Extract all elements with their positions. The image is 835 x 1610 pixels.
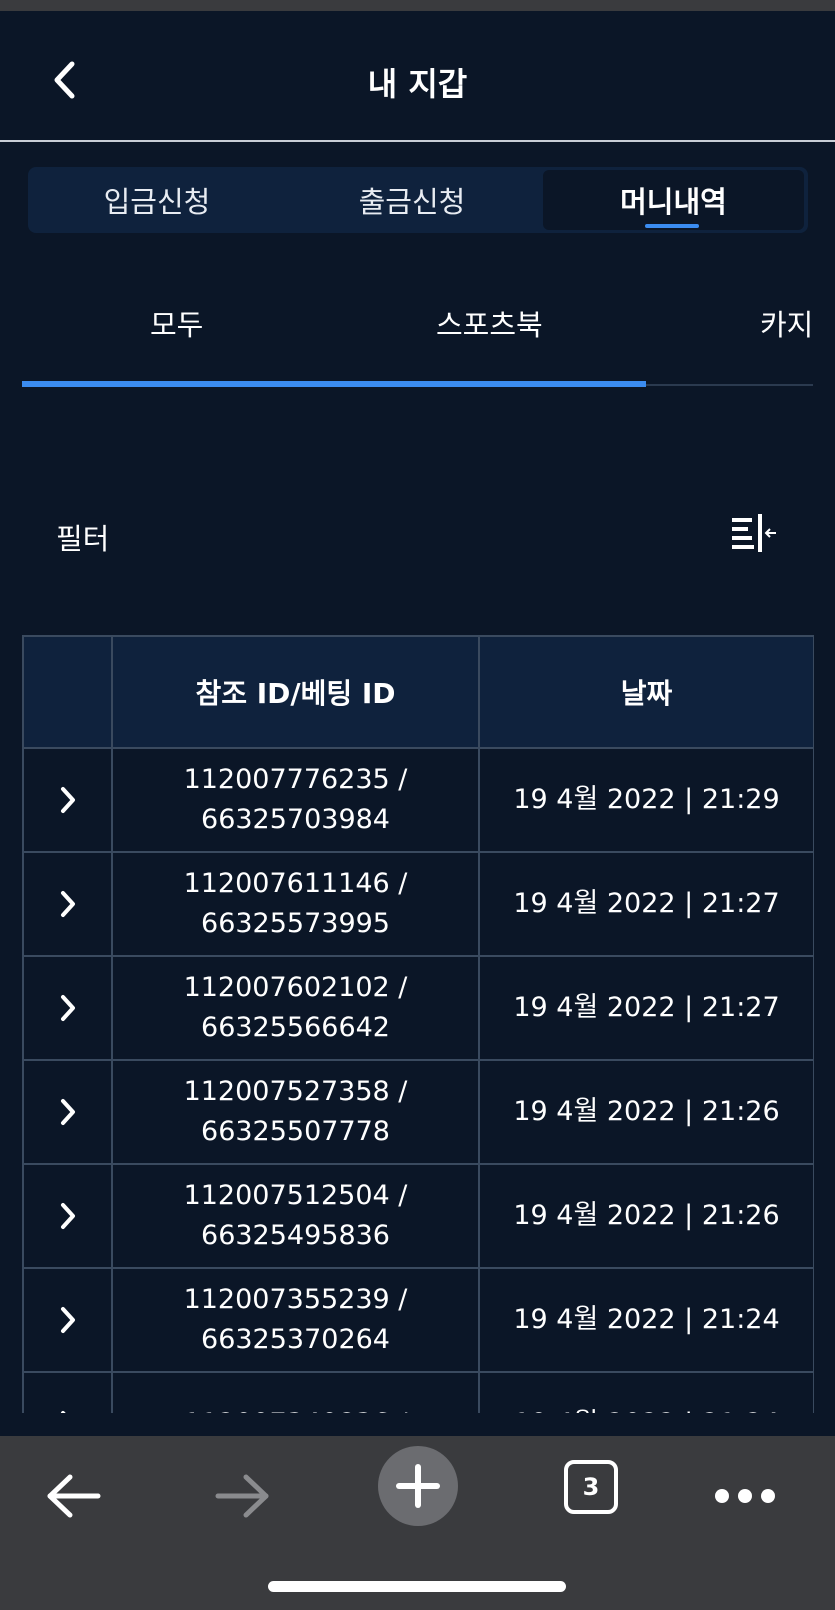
chevron-right-icon xyxy=(60,891,75,917)
reference-cell: 112007611146 / 66325573995 xyxy=(111,851,480,957)
chevron-right-icon xyxy=(60,995,75,1021)
expand-row-button[interactable] xyxy=(22,1267,113,1373)
reference-cell: 112007355239 / 66325370264 xyxy=(111,1267,480,1373)
chevron-right-icon xyxy=(60,1411,66,1413)
table-row[interactable]: 112007355239 / 66325370264 19 4월 2022 | 2… xyxy=(22,1267,814,1373)
active-segment-indicator xyxy=(645,224,699,228)
table-row[interactable]: 112007340836 / 19 4월 2022 | 21:24 xyxy=(22,1371,814,1413)
filter-label: 필터 xyxy=(56,522,110,556)
home-indicator xyxy=(268,1581,566,1592)
bet-id: 66325566642 xyxy=(201,1012,390,1043)
subtab-all[interactable]: 모두 xyxy=(150,302,203,344)
reference-cell: 112007527358 / 66325507778 xyxy=(111,1059,480,1165)
chevron-right-icon xyxy=(60,1307,75,1333)
tab-money-history[interactable]: 머니내역 xyxy=(543,170,804,230)
expand-row-button[interactable] xyxy=(22,1163,113,1269)
table-row[interactable]: 112007512504 / 66325495836 19 4월 2022 | 2… xyxy=(22,1163,814,1269)
transaction-table: 참조 ID/베팅 ID 날짜 112007776235 / 66325703984… xyxy=(22,635,814,1413)
filter-toggle-button[interactable] xyxy=(728,510,780,558)
table-row[interactable]: 112007602102 / 66325566642 19 4월 2022 | 2… xyxy=(22,955,814,1061)
new-tab-button[interactable] xyxy=(378,1446,458,1526)
subtab-casino[interactable]: 카지 xyxy=(760,302,813,344)
tab-count: 3 xyxy=(582,1473,600,1501)
reference-id: 112007512504 / xyxy=(183,1180,408,1211)
reference-id: 112007611146 / xyxy=(183,868,408,899)
bet-id: 66325507778 xyxy=(201,1116,390,1147)
page-title: 내 지갑 xyxy=(367,65,468,103)
reference-id: 112007602102 / xyxy=(183,972,408,1003)
reference-cell: 112007602102 / 66325566642 xyxy=(111,955,480,1061)
reference-id: 112007776235 / xyxy=(183,764,408,795)
reference-id: 112007355239 / xyxy=(183,1284,408,1315)
reference-cell: 112007776235 / 66325703984 xyxy=(111,747,480,853)
category-subtabs: 모두 스포츠북 카지 xyxy=(22,290,813,390)
bet-id: 66325703984 xyxy=(201,804,390,835)
status-strip xyxy=(0,0,835,11)
filter-collapse-icon xyxy=(732,514,776,552)
reference-cell: 112007340836 / xyxy=(111,1371,480,1413)
table-row[interactable]: 112007611146 / 66325573995 19 4월 2022 | 2… xyxy=(22,851,814,957)
browser-back-button[interactable] xyxy=(40,1466,106,1526)
new-tab-plus-icon xyxy=(396,1464,440,1508)
bet-id: 66325370264 xyxy=(201,1324,390,1355)
active-subtab-indicator xyxy=(22,381,646,387)
reference-id-column-header: 참조 ID/베팅 ID xyxy=(111,635,480,749)
reference-id: 112007527358 / xyxy=(183,1076,408,1107)
expand-row-button[interactable] xyxy=(22,955,113,1061)
tabs-button[interactable]: 3 xyxy=(564,1460,618,1514)
reference-id: 112007340836 / xyxy=(113,1404,478,1413)
table-row[interactable]: 112007527358 / 66325507778 19 4월 2022 | 2… xyxy=(22,1059,814,1165)
chevron-right-icon xyxy=(60,1099,75,1125)
app-header: 내 지갑 xyxy=(0,11,835,142)
date-cell: 19 4월 2022 | 21:24 xyxy=(478,1267,814,1373)
date-cell: 19 4월 2022 | 21:26 xyxy=(478,1059,814,1165)
date-cell: 19 4월 2022 | 21:27 xyxy=(478,955,814,1061)
more-button[interactable] xyxy=(712,1466,778,1526)
table-row[interactable]: 112007776235 / 66325703984 19 4월 2022 | 2… xyxy=(22,747,814,853)
browser-forward-button[interactable] xyxy=(210,1466,276,1526)
tab-withdraw-request[interactable]: 출금신청 xyxy=(286,170,538,230)
date-cell: 19 4월 2022 | 21:26 xyxy=(478,1163,814,1269)
bet-id: 66325495836 xyxy=(201,1220,390,1251)
expand-row-button[interactable] xyxy=(22,851,113,957)
chevron-right-icon xyxy=(60,1203,75,1229)
expand-row-button[interactable] xyxy=(22,1059,113,1165)
back-arrow-icon xyxy=(47,1474,101,1518)
more-icon xyxy=(715,1489,775,1503)
date-cell: 19 4월 2022 | 21:27 xyxy=(478,851,814,957)
tab-deposit-request[interactable]: 입금신청 xyxy=(31,170,283,230)
date-cell: 19 4월 2022 | 21:24 xyxy=(478,1371,814,1413)
expand-row-button[interactable] xyxy=(22,747,113,853)
reference-cell: 112007512504 / 66325495836 xyxy=(111,1163,480,1269)
expand-row-button[interactable] xyxy=(22,1371,113,1413)
date-cell: 19 4월 2022 | 21:29 xyxy=(478,747,814,853)
forward-arrow-icon xyxy=(215,1474,269,1518)
subtab-sportsbook[interactable]: 스포츠북 xyxy=(436,302,543,344)
chevron-right-icon xyxy=(60,787,75,813)
date-column-header: 날짜 xyxy=(478,635,814,749)
bet-id: 66325573995 xyxy=(201,908,390,939)
expand-column-header xyxy=(22,635,113,749)
table-header-row: 참조 ID/베팅 ID 날짜 xyxy=(22,635,814,749)
